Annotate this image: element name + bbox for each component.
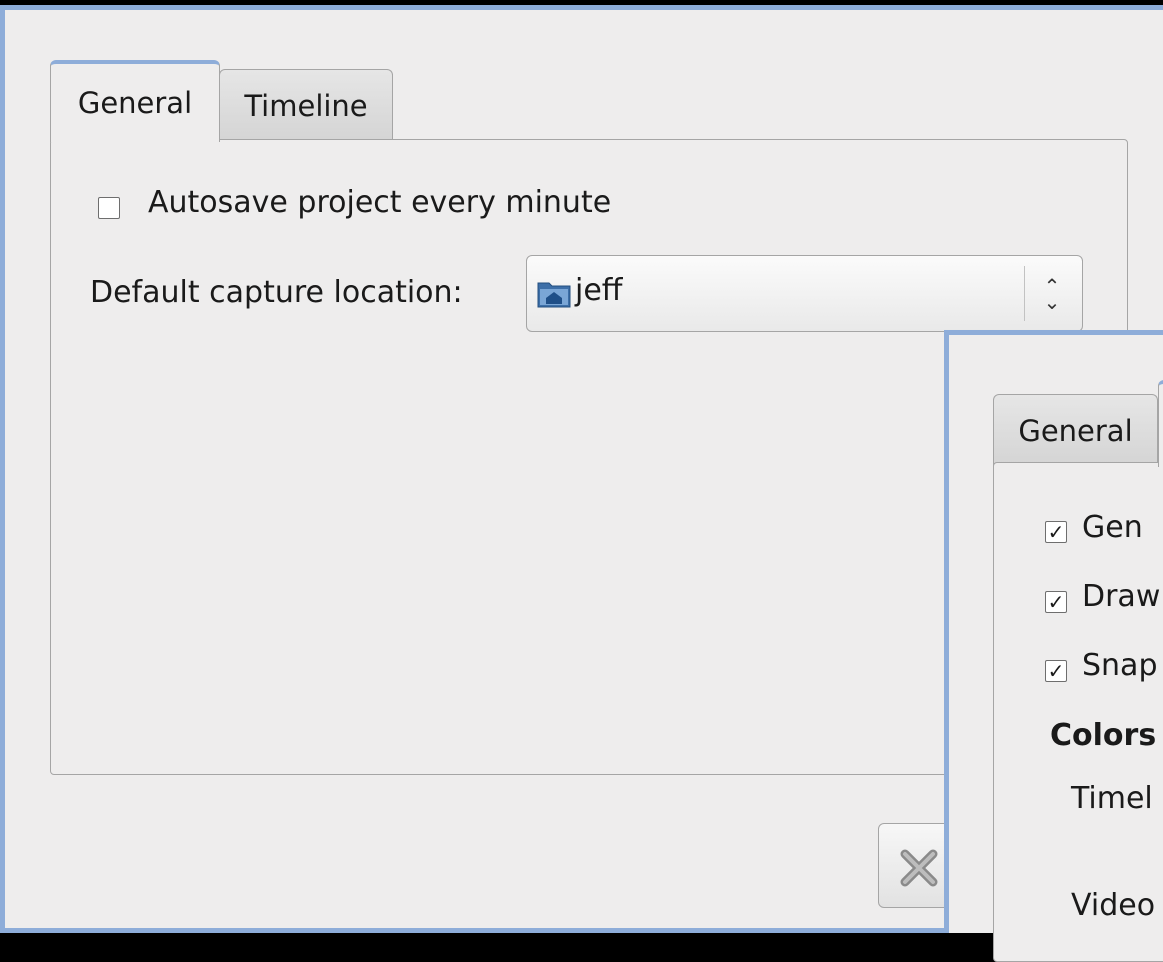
option-label-gen: Gen [1082,510,1143,545]
autosave-label: Autosave project every minute [148,185,612,220]
capture-location-label: Default capture location: [90,275,463,310]
video-color-label: Video [1071,888,1156,923]
home-folder-icon [537,282,571,308]
tab-timeline[interactable]: Timeline [219,69,393,142]
tab-general-front[interactable]: General [993,394,1158,467]
colors-section-title: Colors [1050,718,1157,753]
capture-location-select[interactable]: jeff ⌃ ⌄ [526,255,1083,332]
timeline-preferences-window: General ✓ Gen ✓ Draw ✓ Snap Colors Timel… [944,330,1163,962]
combo-arrows-icon: ⌃ ⌄ [1043,274,1061,314]
option-checkbox-draw[interactable]: ✓ [1045,591,1067,613]
combo-separator [1024,266,1025,321]
tab-timeline-front[interactable] [1158,380,1163,467]
autosave-checkbox[interactable] [98,197,120,219]
tab-timeline-label: Timeline [244,89,368,123]
capture-location-value: jeff [575,273,623,308]
option-label-snap: Snap [1082,648,1158,683]
option-label-draw: Draw [1082,579,1161,614]
close-icon [900,849,938,887]
tab-general-front-label: General [1018,414,1133,448]
timeline-color-label: Timel [1071,781,1153,816]
option-checkbox-gen[interactable]: ✓ [1045,521,1067,543]
option-checkbox-snap[interactable]: ✓ [1045,660,1067,682]
tab-general[interactable]: General [50,60,220,142]
tab-general-label: General [77,86,193,120]
